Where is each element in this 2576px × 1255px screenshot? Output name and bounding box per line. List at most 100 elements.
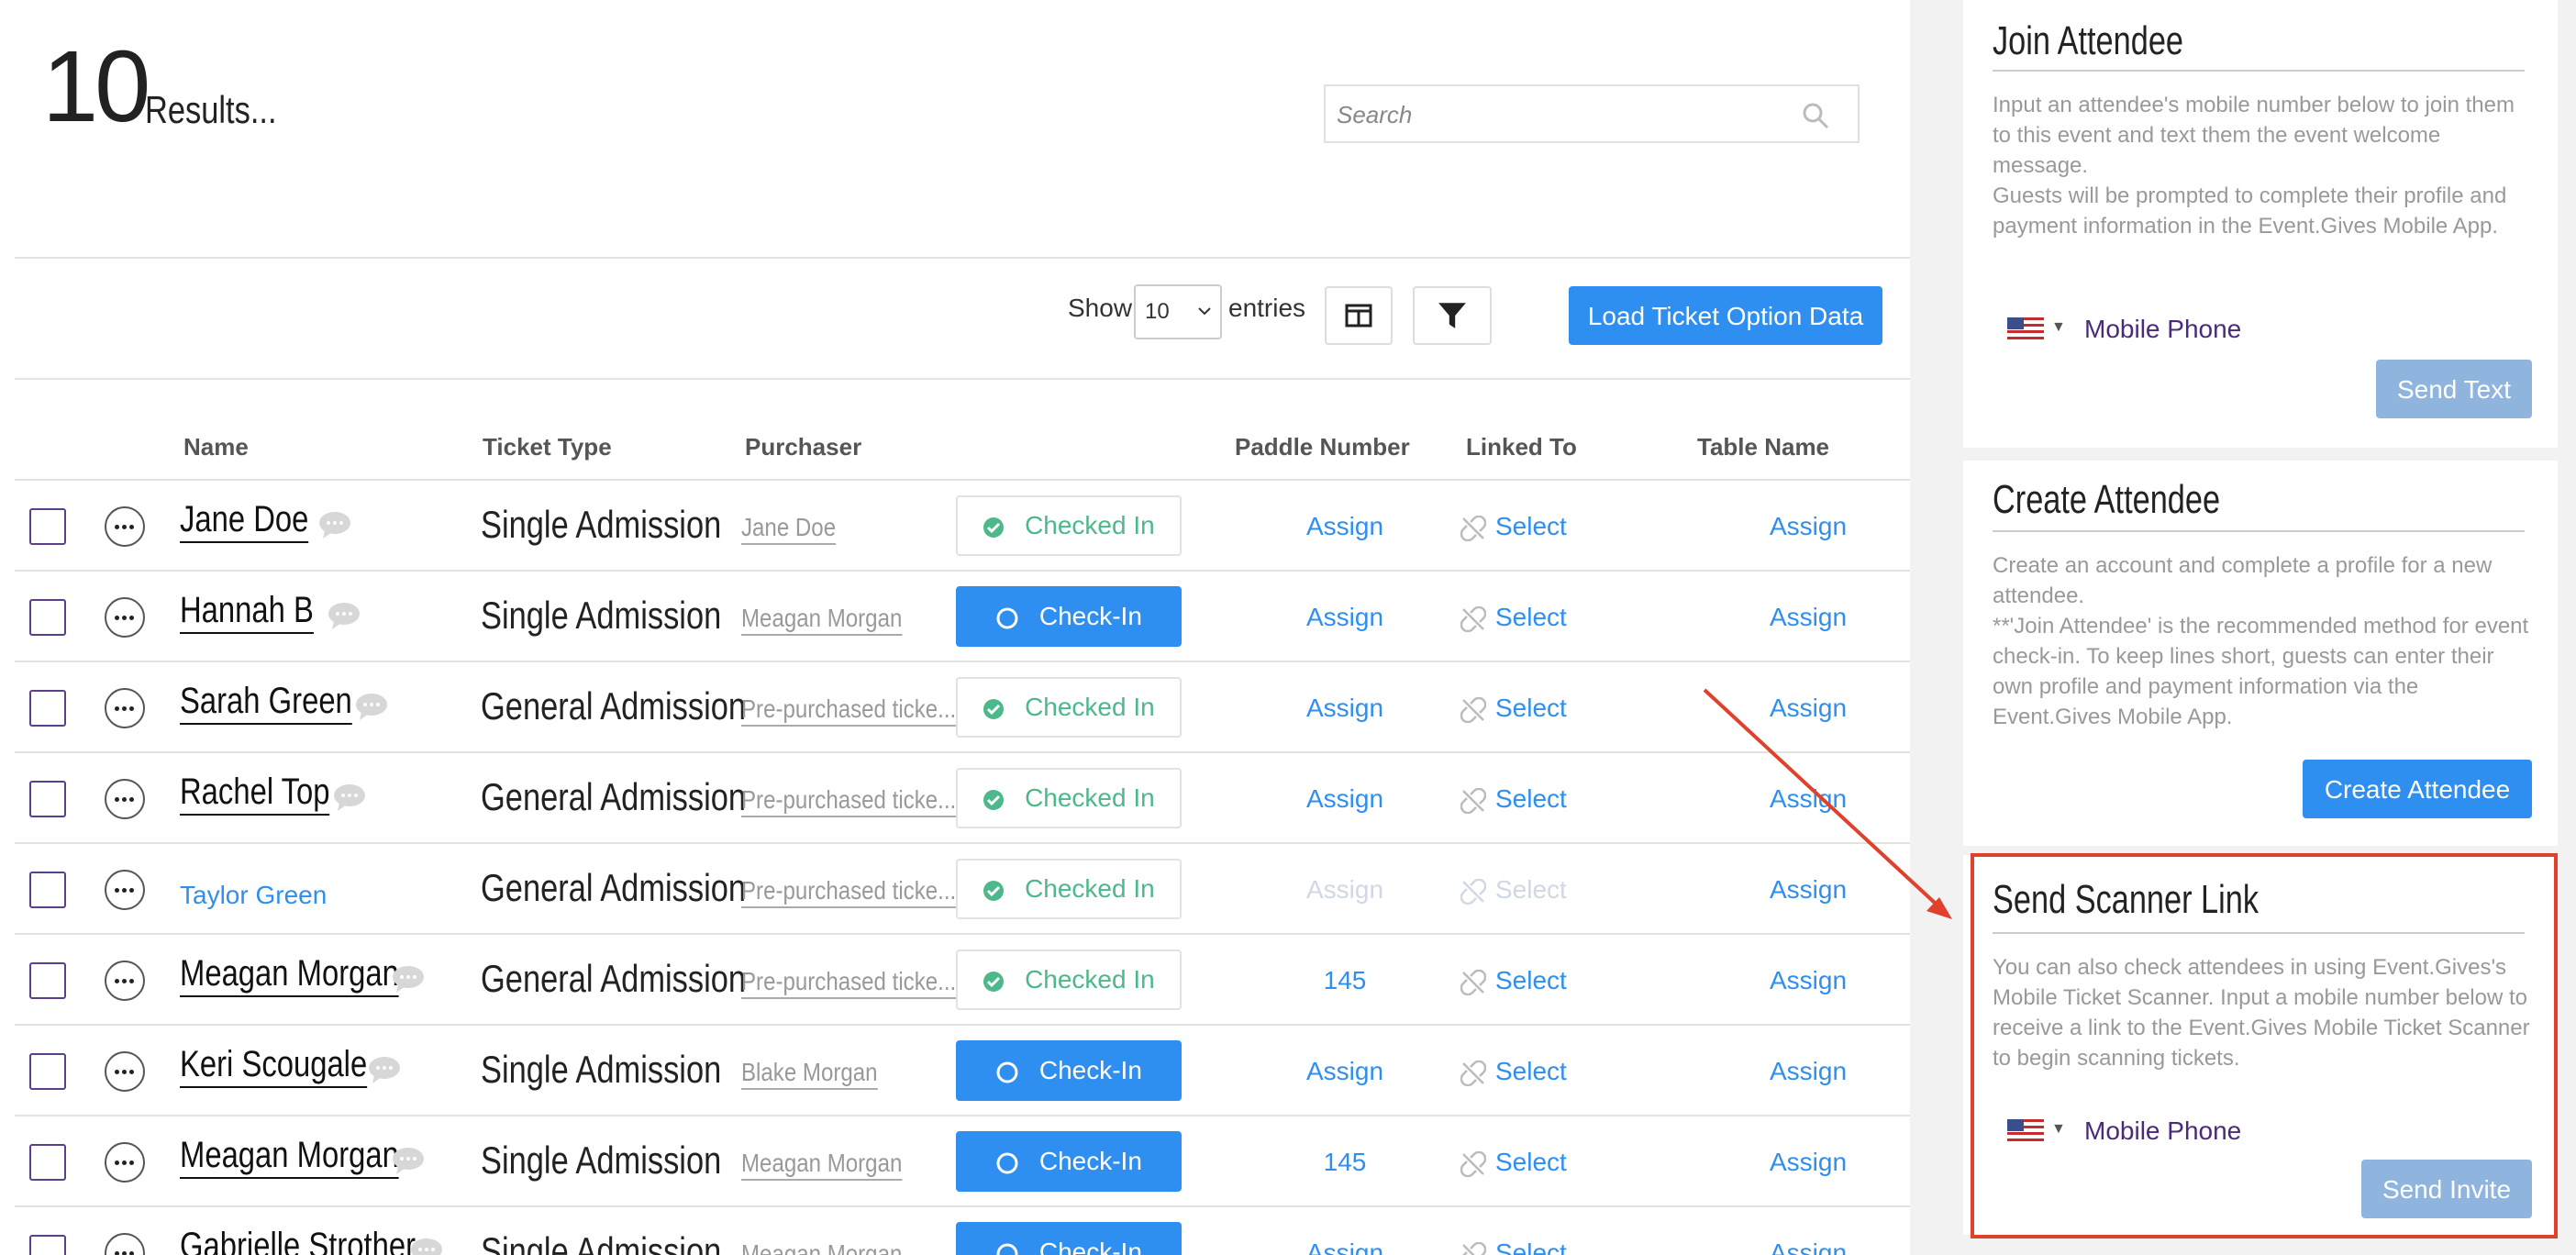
row-checkbox[interactable] [29, 690, 66, 727]
checked-in-status[interactable]: Checked In [956, 950, 1182, 1010]
chat-bubble-icon[interactable] [409, 1237, 444, 1255]
table-name-link[interactable]: Assign [1758, 1238, 1859, 1255]
check-in-button[interactable]: Check-In [956, 1222, 1182, 1255]
row-checkbox[interactable] [29, 781, 66, 817]
attendee-name[interactable]: Rachel Top [180, 770, 330, 816]
join-mobile-phone-input[interactable] [2082, 310, 2490, 349]
attendee-name[interactable]: Meagan Morgan [180, 1133, 399, 1179]
table-name-link[interactable]: Assign [1758, 784, 1859, 814]
purchaser-link[interactable]: Pre-purchased ticke... [741, 966, 957, 999]
paddle-number-link[interactable]: Assign [1299, 694, 1391, 723]
paddle-number-link[interactable]: 145 [1299, 966, 1391, 995]
paddle-number-link[interactable]: 145 [1299, 1148, 1391, 1177]
row-options-button[interactable] [105, 1142, 145, 1183]
check-in-button[interactable]: Check-In [956, 1040, 1182, 1101]
purchaser-link[interactable]: Blake Morgan [741, 1057, 878, 1090]
chat-bubble-icon[interactable] [317, 510, 352, 539]
purchaser-link[interactable]: Pre-purchased ticke... [741, 875, 957, 908]
purchaser-link[interactable]: Meagan Morgan [741, 1148, 903, 1181]
check-in-button[interactable]: Check-In [956, 586, 1182, 647]
attendee-name[interactable]: Keri Scougale [180, 1042, 368, 1088]
linked-to-link[interactable]: Select [1460, 875, 1567, 905]
paddle-number-link[interactable]: Assign [1299, 875, 1391, 905]
column-header-ticket-type[interactable]: Ticket Type [483, 433, 612, 461]
row-options-button[interactable] [105, 506, 145, 547]
attendee-name[interactable]: Meagan Morgan [180, 951, 399, 997]
row-options-button[interactable] [105, 1233, 145, 1255]
paddle-number-link[interactable]: Assign [1299, 512, 1391, 541]
linked-to-link[interactable]: Select [1460, 1057, 1567, 1086]
check-in-button[interactable]: Check-In [956, 1131, 1182, 1192]
row-checkbox[interactable] [29, 1053, 66, 1090]
purchaser-link[interactable]: Meagan Morgan [741, 1238, 902, 1255]
paddle-number-link[interactable]: Assign [1299, 1238, 1391, 1255]
linked-to-link[interactable]: Select [1460, 1238, 1567, 1255]
caret-down-icon[interactable]: ▼ [2051, 319, 2066, 336]
column-header-linked-to[interactable]: Linked To [1466, 433, 1577, 461]
attendee-name[interactable]: Hannah B [180, 588, 314, 634]
chat-bubble-icon[interactable] [354, 692, 389, 721]
row-checkbox[interactable] [29, 599, 66, 636]
us-flag-icon[interactable] [2007, 317, 2044, 339]
columns-button[interactable] [1325, 286, 1393, 345]
filter-button[interactable] [1413, 286, 1492, 345]
table-name-link[interactable]: Assign [1758, 875, 1859, 905]
linked-to-link[interactable]: Select [1460, 512, 1567, 541]
table-name-link[interactable]: Assign [1758, 966, 1859, 995]
row-checkbox[interactable] [29, 508, 66, 545]
row-options-button[interactable] [105, 688, 145, 728]
linked-to-link[interactable]: Select [1460, 966, 1567, 995]
linked-to-link[interactable]: Select [1460, 603, 1567, 632]
entries-select[interactable]: 10 [1134, 284, 1222, 339]
create-attendee-button[interactable]: Create Attendee [2303, 760, 2532, 818]
checked-in-status[interactable]: Checked In [956, 495, 1182, 556]
row-options-button[interactable] [105, 1051, 145, 1092]
ticket-type: Single Admission [481, 1048, 722, 1091]
table-name-link[interactable]: Assign [1758, 1057, 1859, 1086]
load-ticket-option-data-button[interactable]: Load Ticket Option Data [1569, 286, 1882, 345]
attendee-name[interactable]: Jane Doe [180, 497, 309, 543]
row-options-button[interactable] [105, 870, 145, 910]
checked-in-status[interactable]: Checked In [956, 859, 1182, 919]
row-options-button[interactable] [105, 597, 145, 638]
column-header-name[interactable]: Name [183, 433, 249, 461]
chat-bubble-icon[interactable] [327, 601, 361, 630]
table-name-link[interactable]: Assign [1758, 512, 1859, 541]
purchaser-link[interactable]: Meagan Morgan [741, 603, 903, 636]
checked-in-status[interactable]: Checked In [956, 768, 1182, 828]
row-checkbox[interactable] [29, 962, 66, 999]
paddle-number-link[interactable]: Assign [1299, 1057, 1391, 1086]
column-header-purchaser[interactable]: Purchaser [745, 433, 861, 461]
chat-bubble-icon[interactable] [391, 1146, 426, 1175]
paddle-number-link[interactable]: Assign [1299, 784, 1391, 814]
linked-to-link[interactable]: Select [1460, 1148, 1567, 1177]
purchaser-link[interactable]: Jane Doe [741, 512, 837, 545]
chat-bubble-icon[interactable] [367, 1055, 402, 1084]
search-icon[interactable] [1801, 101, 1830, 130]
row-options-button[interactable] [105, 779, 145, 819]
paddle-number-link[interactable]: Assign [1299, 603, 1391, 632]
attendee-name[interactable]: Sarah Green [180, 679, 352, 725]
search-input[interactable] [1335, 94, 1797, 136]
linked-to-link[interactable]: Select [1460, 694, 1567, 723]
chat-bubble-icon[interactable] [391, 964, 426, 994]
join-attendee-title: Join Attendee [1993, 18, 2184, 63]
checked-in-status[interactable]: Checked In [956, 677, 1182, 738]
linked-to-link[interactable]: Select [1460, 784, 1567, 814]
column-header-table-name[interactable]: Table Name [1697, 433, 1829, 461]
attendee-name[interactable]: Taylor Green [180, 873, 327, 917]
row-options-button[interactable] [105, 961, 145, 1001]
purchaser-link[interactable]: Pre-purchased ticke... [741, 784, 957, 817]
table-name-link[interactable]: Assign [1758, 1148, 1859, 1177]
chat-bubble-icon[interactable] [332, 783, 367, 812]
row-checkbox[interactable] [29, 1144, 66, 1181]
row-checkbox[interactable] [29, 1235, 66, 1255]
attendee-name[interactable]: Gabrielle Strother [180, 1224, 416, 1255]
column-header-paddle-number[interactable]: Paddle Number [1235, 433, 1410, 461]
row-checkbox[interactable] [29, 872, 66, 908]
table-name-link[interactable]: Assign [1758, 694, 1859, 723]
table-name-link[interactable]: Assign [1758, 603, 1859, 632]
purchaser-link[interactable]: Pre-purchased ticke... [741, 694, 957, 727]
entries-label: entries [1228, 294, 1306, 322]
send-text-button[interactable]: Send Text [2376, 360, 2532, 418]
